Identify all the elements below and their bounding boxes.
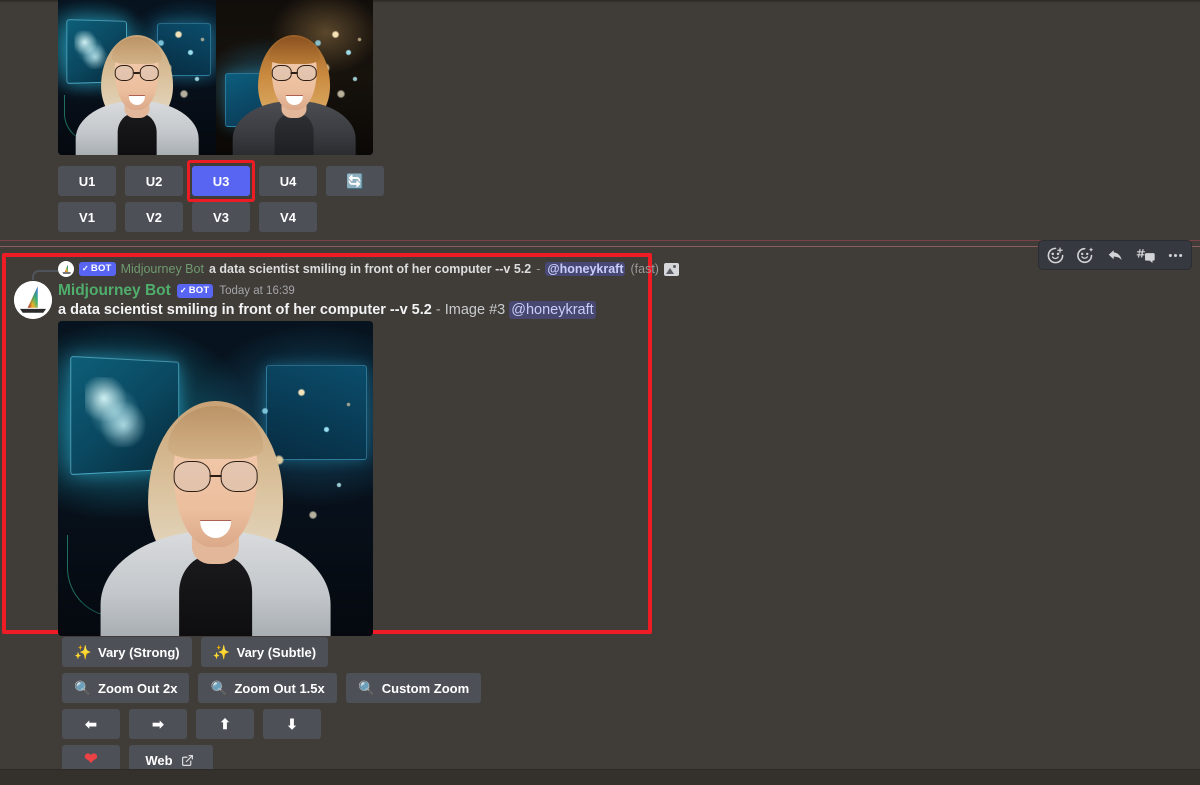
magnifier-icon: 🔍 xyxy=(210,680,229,696)
vary-strong-button[interactable]: ✨ Vary (Strong) xyxy=(62,637,192,667)
variation-4-button[interactable]: V4 xyxy=(259,202,317,232)
vary-button-row: ✨ Vary (Strong) ✨ Vary (Subtle) xyxy=(62,637,329,667)
midjourney-grid-image[interactable] xyxy=(58,0,373,155)
heart-icon: ❤ xyxy=(84,751,98,768)
grid-quadrant-4 xyxy=(215,0,373,155)
upscale-3-wrapper: U3 xyxy=(187,160,255,202)
arrow-right-icon: ➡ xyxy=(152,716,164,732)
message-hover-toolbar xyxy=(1038,240,1192,270)
bot-check-icon: ✓ xyxy=(82,264,89,273)
add-reaction-icon[interactable] xyxy=(1041,242,1069,268)
reply-preview-text: a data scientist smiling in front of her… xyxy=(208,262,532,276)
super-reaction-icon[interactable] xyxy=(1071,242,1099,268)
zoom-out-2x-button[interactable]: 🔍 Zoom Out 2x xyxy=(62,673,190,703)
message-divider xyxy=(0,240,1200,241)
content-separator: - xyxy=(435,302,441,318)
custom-zoom-label: Custom Zoom xyxy=(381,680,470,696)
upscaled-image[interactable] xyxy=(58,321,373,636)
arrow-up-icon: ⬆ xyxy=(219,716,231,732)
refresh-icon: 🔄 xyxy=(346,173,364,189)
prompt-text: a data scientist smiling in front of her… xyxy=(58,302,432,318)
variation-2-button[interactable]: V2 xyxy=(125,202,183,232)
sparkles-icon: ✨ xyxy=(74,644,92,660)
message-header: Midjourney Bot ✓ BOT Today at 16:39 xyxy=(58,282,295,300)
arrow-down-icon: ⬇ xyxy=(286,716,298,732)
external-link-icon xyxy=(179,751,197,769)
upscale-2-button[interactable]: U2 xyxy=(125,166,183,196)
grid-message: U1 U2 U3 U4 🔄 V1 V2 V3 V4 xyxy=(0,0,1200,237)
upscale-4-button[interactable]: U4 xyxy=(259,166,317,196)
message-content: a data scientist smiling in front of her… xyxy=(58,301,596,319)
variation-3-button[interactable]: V3 xyxy=(192,202,250,232)
reroll-button[interactable]: 🔄 xyxy=(326,166,384,196)
bot-badge: ✓ BOT xyxy=(176,284,214,298)
pan-up-button[interactable]: ⬆ xyxy=(196,709,254,739)
magnifier-icon: 🔍 xyxy=(358,680,376,696)
bot-check-icon: ✓ xyxy=(179,286,187,295)
more-options-icon[interactable] xyxy=(1161,242,1189,268)
vary-subtle-label: Vary (Subtle) xyxy=(236,644,317,660)
create-thread-icon[interactable] xyxy=(1131,242,1159,268)
magnifier-icon: 🔍 xyxy=(74,680,92,696)
reply-separator: - xyxy=(536,262,541,276)
avatar[interactable] xyxy=(14,281,52,319)
bot-badge-label: BOT xyxy=(188,285,210,297)
vary-subtle-button[interactable]: ✨ Vary (Subtle) xyxy=(200,637,329,667)
grid-quadrant-3 xyxy=(58,0,216,155)
reply-bot-badge: ✓ BOT xyxy=(79,262,116,276)
pan-left-button[interactable]: ⬅ xyxy=(62,709,120,739)
reply-icon[interactable] xyxy=(1101,242,1129,268)
message-timestamp: Today at 16:39 xyxy=(219,285,295,297)
bottom-strip xyxy=(0,769,1200,785)
image-index-label: Image #3 xyxy=(444,302,506,318)
pan-right-button[interactable]: ➡ xyxy=(129,709,187,739)
message-divider-secondary xyxy=(0,246,1200,247)
pan-button-row: ⬅ ➡ ⬆ ⬇ xyxy=(62,709,321,739)
discord-channel-view: U1 U2 U3 U4 🔄 V1 V2 V3 V4 ✓ BOT Midjourn… xyxy=(0,0,1200,785)
image-attachment-icon xyxy=(663,262,679,276)
message-author[interactable]: Midjourney Bot xyxy=(58,282,171,300)
zoom-out-2x-label: Zoom Out 2x xyxy=(98,680,178,696)
sparkles-icon: ✨ xyxy=(212,644,231,660)
reply-avatar xyxy=(58,261,74,277)
reply-author-name[interactable]: Midjourney Bot xyxy=(121,262,204,276)
web-button-label: Web xyxy=(145,752,173,768)
variation-1-button[interactable]: V1 xyxy=(58,202,116,232)
variation-button-row: V1 V2 V3 V4 xyxy=(58,202,317,232)
pan-down-button[interactable]: ⬇ xyxy=(263,709,321,739)
upscale-button-row: U1 U2 U3 U4 🔄 xyxy=(58,160,384,202)
reply-mode: (fast) xyxy=(630,262,659,276)
custom-zoom-button[interactable]: 🔍 Custom Zoom xyxy=(345,673,482,703)
zoom-out-1-5x-label: Zoom Out 1.5x xyxy=(234,680,325,696)
highlighted-message: ✓ BOT Midjourney Bot a data scientist sm… xyxy=(2,253,679,636)
bot-badge-label: BOT xyxy=(90,263,112,275)
upscale-3-button[interactable]: U3 xyxy=(192,166,250,196)
zoom-out-1-5x-button[interactable]: 🔍 Zoom Out 1.5x xyxy=(198,673,337,703)
user-mention[interactable]: @honeykraft xyxy=(509,301,596,319)
reply-spine xyxy=(32,270,58,280)
upscale-1-button[interactable]: U1 xyxy=(58,166,116,196)
zoom-button-row: 🔍 Zoom Out 2x 🔍 Zoom Out 1.5x 🔍 Custom Z… xyxy=(62,673,482,703)
vary-strong-label: Vary (Strong) xyxy=(98,644,180,660)
reply-reference[interactable]: ✓ BOT Midjourney Bot a data scientist sm… xyxy=(58,261,679,277)
arrow-left-icon: ⬅ xyxy=(85,716,97,732)
reply-mention[interactable]: @honeykraft xyxy=(545,262,626,276)
